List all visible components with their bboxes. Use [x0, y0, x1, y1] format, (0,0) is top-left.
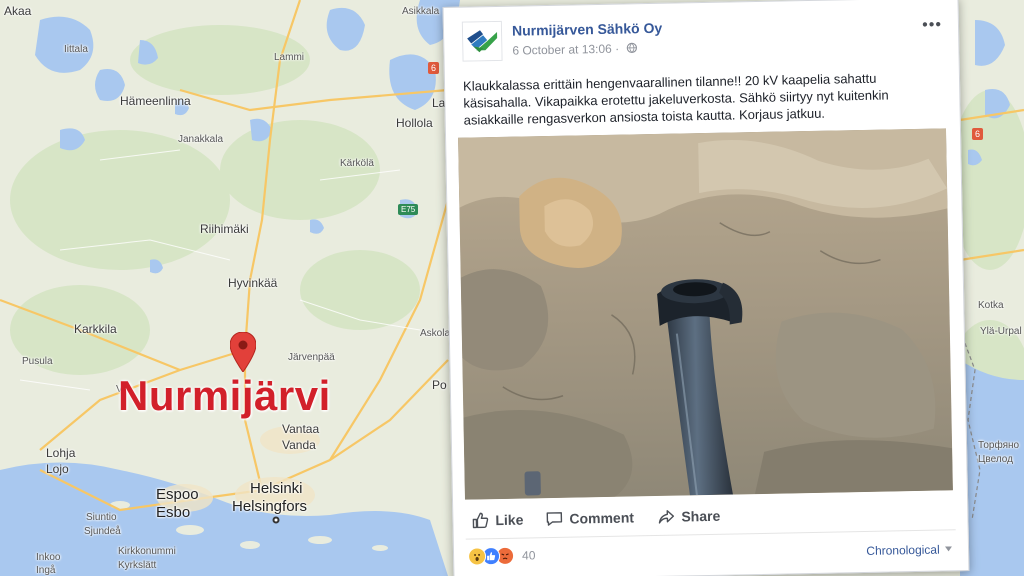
- highlight-place-title: Nurmijärvi: [118, 372, 331, 419]
- comment-sort-dropdown[interactable]: Chronological: [866, 542, 952, 558]
- road-number: 6: [972, 128, 984, 140]
- page-name-link[interactable]: Nurmijärven Sähkö Oy: [512, 20, 662, 39]
- place-label: Karkkila: [74, 322, 117, 336]
- place-label: Lojo: [46, 462, 69, 476]
- more-options-icon[interactable]: •••: [922, 16, 942, 34]
- place-label: Helsinki: [250, 480, 303, 497]
- reaction-count[interactable]: 40: [522, 548, 536, 562]
- place-label: Järvenpää: [288, 352, 335, 363]
- thumbs-up-icon: [472, 512, 489, 529]
- post-timestamp[interactable]: 6 October at 13:06: [512, 42, 612, 58]
- place-label: Kotka: [978, 300, 1004, 311]
- place-label: Kyrkslätt: [118, 560, 157, 571]
- place-label: Ylä-Urpal: [980, 326, 1022, 337]
- facebook-post-card: Nurmijärven Sähkö Oy 6 October at 13:06 …: [442, 0, 970, 576]
- place-label: Akaa: [4, 4, 32, 18]
- place-label: Lammi: [274, 52, 305, 63]
- place-label: Janakkala: [178, 134, 224, 145]
- company-logo-icon: [462, 21, 502, 61]
- globe-icon: [626, 42, 638, 54]
- place-label: Iittala: [64, 44, 88, 55]
- reaction-icons[interactable]: [467, 546, 515, 566]
- place-label: Vantaa: [282, 422, 320, 436]
- place-label: Asikkala: [402, 6, 440, 17]
- caret-down-icon: [944, 546, 952, 552]
- place-label: Espoo: [156, 486, 199, 503]
- place-label: Kärkölä: [340, 158, 374, 169]
- post-action-bar: Like Comment Share: [465, 496, 956, 540]
- road-shield-e75: E75: [398, 204, 419, 215]
- place-label: Inkoo: [36, 552, 61, 563]
- place-label: Hollola: [396, 116, 433, 130]
- place-label: Торфяно: [978, 440, 1020, 451]
- place-label: Pusula: [22, 356, 53, 367]
- place-label: Цвелод: [978, 454, 1013, 465]
- meta-separator: ·: [614, 41, 620, 56]
- cable-excavation-photo: [458, 128, 953, 500]
- share-button[interactable]: Share: [657, 507, 720, 526]
- sort-label: Chronological: [866, 542, 940, 558]
- like-label: Like: [495, 511, 524, 529]
- place-label: Vanda: [282, 438, 316, 452]
- place-label: Hämeenlinna: [120, 94, 191, 108]
- place-label: Esbo: [156, 504, 191, 521]
- place-label: Askola: [420, 328, 451, 339]
- wow-reaction-icon: [467, 547, 487, 566]
- post-header: Nurmijärven Sähkö Oy 6 October at 13:06 …: [461, 12, 943, 69]
- post-photo[interactable]: [458, 128, 953, 500]
- road-number: 6: [428, 62, 440, 74]
- page-avatar[interactable]: [461, 20, 503, 62]
- place-label: Siuntio: [86, 512, 117, 523]
- share-label: Share: [681, 507, 721, 525]
- post-meta: 6 October at 13:06 ·: [512, 41, 638, 58]
- comment-button[interactable]: Comment: [545, 508, 634, 528]
- place-label: Po: [432, 378, 447, 392]
- place-label: Helsingfors: [232, 498, 308, 515]
- share-icon: [658, 510, 675, 524]
- comment-label: Comment: [569, 509, 635, 527]
- post-text: Klaukkalassa erittäin hengenvaarallinen …: [462, 70, 889, 128]
- location-pin-icon[interactable]: [230, 332, 256, 372]
- comment-icon: [546, 512, 563, 526]
- like-button[interactable]: Like: [471, 511, 524, 530]
- place-label: Hyvinkää: [228, 276, 278, 290]
- place-label: Kirkkonummi: [118, 546, 176, 557]
- place-label: Lohja: [46, 446, 76, 460]
- place-label: Riihimäki: [200, 222, 249, 236]
- place-label: Sjundeå: [84, 526, 121, 537]
- reactions-row: 40 Chronological: [466, 534, 952, 569]
- place-label: Ingå: [36, 565, 56, 576]
